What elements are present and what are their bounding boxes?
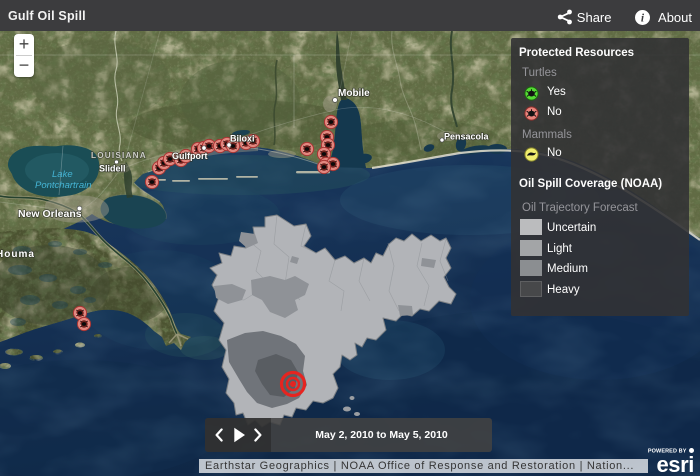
svg-text:LOUISIANA: LOUISIANA — [91, 151, 147, 160]
svg-text:Lake: Lake — [52, 169, 73, 180]
svg-text:Pontchartrain: Pontchartrain — [35, 180, 92, 191]
svg-text:Slidell: Slidell — [99, 164, 126, 174]
svg-text:Pensacola: Pensacola — [444, 132, 490, 142]
svg-text:Biloxi: Biloxi — [230, 134, 255, 144]
svg-text:Houma: Houma — [0, 249, 35, 260]
svg-text:New Orleans: New Orleans — [18, 208, 82, 220]
svg-text:Mobile: Mobile — [338, 88, 370, 99]
svg-text:Gulfport: Gulfport — [172, 151, 208, 161]
